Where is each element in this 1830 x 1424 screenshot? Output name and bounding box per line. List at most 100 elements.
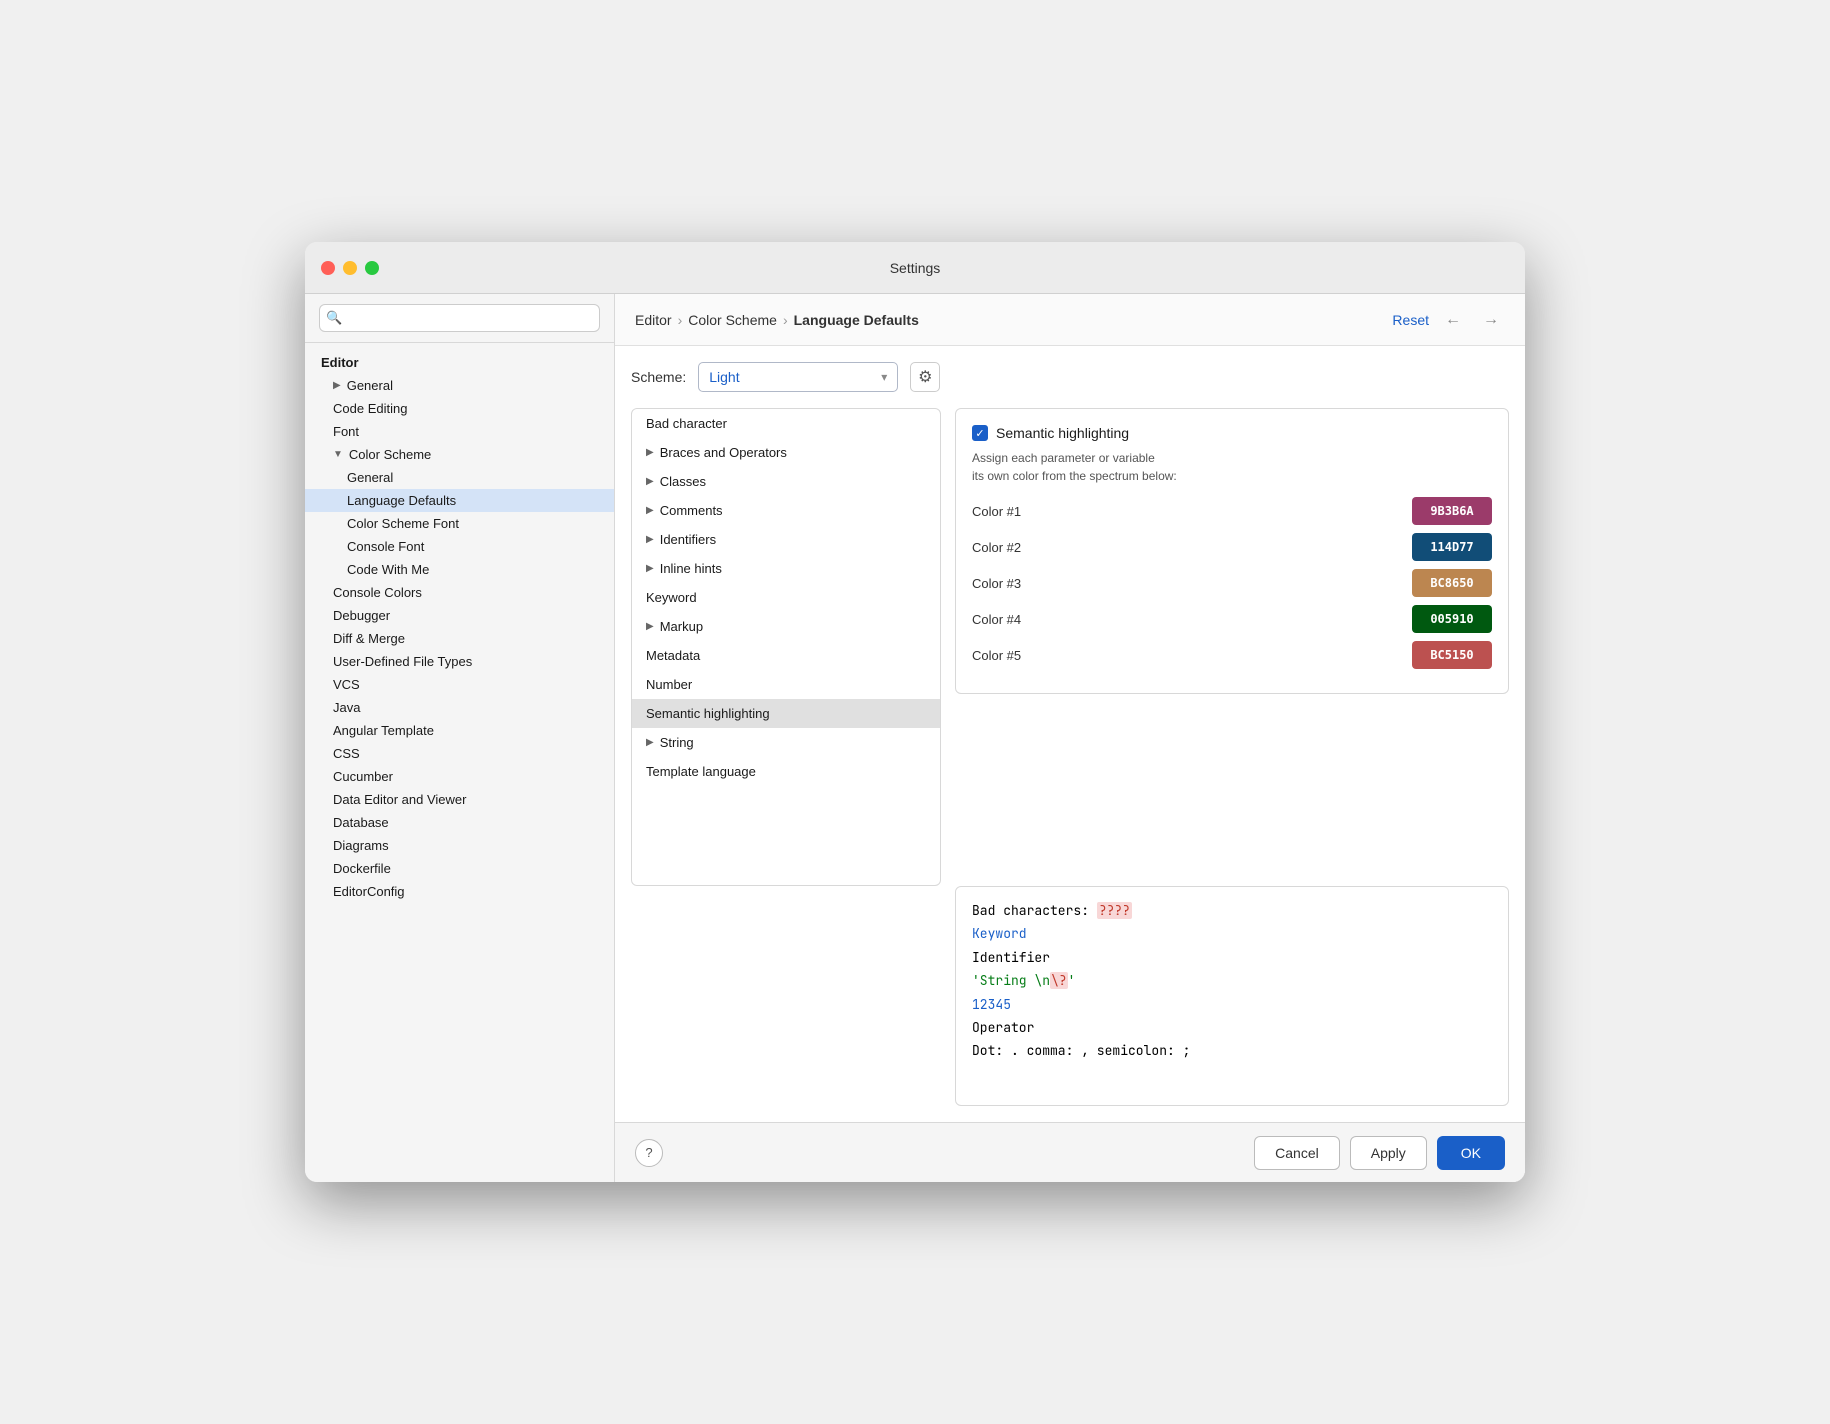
color-label-4: Color #4 (972, 612, 1021, 627)
right-panel: Editor › Color Scheme › Language Default… (615, 294, 1525, 1182)
cat-item-inline-hints[interactable]: ▶ Inline hints (632, 554, 940, 583)
cat-item-keyword[interactable]: Keyword (632, 583, 940, 612)
preview-pane: Bad characters: ???? Keyword Identifier … (955, 886, 1509, 1106)
sidebar-item-cucumber[interactable]: Cucumber (305, 765, 614, 788)
sidebar-section-editor[interactable]: Editor (305, 351, 614, 374)
sidebar-item-diagrams[interactable]: Diagrams (305, 834, 614, 857)
sidebar-item-code-with-me[interactable]: Code With Me (305, 558, 614, 581)
semantic-description: Assign each parameter or variableits own… (972, 449, 1492, 485)
preview-line-bad-char: Bad characters: ???? (972, 899, 1492, 922)
sidebar-item-console-font[interactable]: Console Font (305, 535, 614, 558)
preview-area-wrapper: Bad characters: ???? Keyword Identifier … (631, 886, 1509, 1106)
cancel-button[interactable]: Cancel (1254, 1136, 1340, 1170)
action-buttons: Cancel Apply OK (1254, 1136, 1505, 1170)
sidebar-item-cs-general[interactable]: General (305, 466, 614, 489)
chevron-right-icon: ▶ (646, 737, 654, 748)
maximize-button[interactable] (365, 261, 379, 275)
window-controls (321, 261, 379, 275)
sidebar-item-user-defined[interactable]: User-Defined File Types (305, 650, 614, 673)
help-button[interactable]: ? (635, 1139, 663, 1167)
color-label-1: Color #1 (972, 504, 1021, 519)
chevron-down-icon: ▾ (881, 370, 887, 384)
sidebar-item-color-scheme[interactable]: ▼ Color Scheme (305, 443, 614, 466)
sidebar-item-vcs[interactable]: VCS (305, 673, 614, 696)
cat-item-braces[interactable]: ▶ Braces and Operators (632, 438, 940, 467)
breadcrumb-sep1: › (678, 312, 683, 328)
sidebar-item-java[interactable]: Java (305, 696, 614, 719)
panel-body: Scheme: Light ▾ ⚙ Bad ch (615, 346, 1525, 1122)
nav-back-button[interactable]: ← (1439, 306, 1467, 334)
breadcrumb-bar: Editor › Color Scheme › Language Default… (615, 294, 1525, 346)
bottom-bar: ? Cancel Apply OK (615, 1122, 1525, 1182)
search-wrapper: 🔍 (319, 304, 600, 332)
category-list: Bad character ▶ Braces and Operators ▶ C… (631, 408, 941, 886)
semantic-header: ✓ Semantic highlighting (972, 425, 1492, 441)
cat-item-markup[interactable]: ▶ Markup (632, 612, 940, 641)
reset-button[interactable]: Reset (1392, 312, 1429, 328)
sidebar-item-diff-merge[interactable]: Diff & Merge (305, 627, 614, 650)
chevron-right-icon: ▶ (646, 621, 654, 632)
sidebar-item-debugger[interactable]: Debugger (305, 604, 614, 627)
sidebar-item-angular[interactable]: Angular Template (305, 719, 614, 742)
color-row-3: Color #3 BC8650 (972, 569, 1492, 597)
preview-line-string: 'String \n\?' (972, 969, 1492, 992)
sidebar-item-editorconfig[interactable]: EditorConfig (305, 880, 614, 903)
ok-button[interactable]: OK (1437, 1136, 1505, 1170)
color-label-5: Color #5 (972, 648, 1021, 663)
breadcrumb-part1: Editor (635, 312, 672, 328)
sidebar-item-code-editing[interactable]: Code Editing (305, 397, 614, 420)
search-icon: 🔍 (326, 310, 342, 326)
cat-item-number[interactable]: Number (632, 670, 940, 699)
gear-button[interactable]: ⚙ (910, 362, 940, 392)
apply-button[interactable]: Apply (1350, 1136, 1427, 1170)
color-label-2: Color #2 (972, 540, 1021, 555)
sidebar-item-dockerfile[interactable]: Dockerfile (305, 857, 614, 880)
sidebar-item-console-colors[interactable]: Console Colors (305, 581, 614, 604)
color-swatch-4[interactable]: 005910 (1412, 605, 1492, 633)
cat-item-comments[interactable]: ▶ Comments (632, 496, 940, 525)
semantic-checkbox[interactable]: ✓ (972, 425, 988, 441)
scheme-label: Scheme: (631, 369, 686, 385)
close-button[interactable] (321, 261, 335, 275)
sidebar-item-cs-font[interactable]: Color Scheme Font (305, 512, 614, 535)
cat-item-classes[interactable]: ▶ Classes (632, 467, 940, 496)
preview-line-number: 12345 (972, 993, 1492, 1016)
sidebar-item-language-defaults[interactable]: Language Defaults (305, 489, 614, 512)
cat-item-semantic[interactable]: Semantic highlighting (632, 699, 940, 728)
minimize-button[interactable] (343, 261, 357, 275)
color-swatch-2[interactable]: 114D77 (1412, 533, 1492, 561)
titlebar: Settings (305, 242, 1525, 294)
cat-item-identifiers[interactable]: ▶ Identifiers (632, 525, 940, 554)
preview-line-operator: Operator (972, 1016, 1492, 1039)
search-bar: 🔍 (305, 294, 614, 343)
chevron-right-icon: ▶ (646, 476, 654, 487)
cat-item-string[interactable]: ▶ String (632, 728, 940, 757)
cat-item-bad-character[interactable]: Bad character (632, 409, 940, 438)
sidebar-item-font[interactable]: Font (305, 420, 614, 443)
nav-forward-button[interactable]: → (1477, 306, 1505, 334)
preview-line-identifier: Identifier (972, 946, 1492, 969)
chevron-right-icon: ▶ (646, 563, 654, 574)
preview-line-dot: Dot: . comma: , semicolon: ; (972, 1039, 1492, 1062)
sidebar-item-database[interactable]: Database (305, 811, 614, 834)
sidebar-item-data-editor[interactable]: Data Editor and Viewer (305, 788, 614, 811)
sidebar-item-general[interactable]: ▶ General (305, 374, 614, 397)
semantic-title: Semantic highlighting (996, 425, 1129, 441)
color-swatch-5[interactable]: BC5150 (1412, 641, 1492, 669)
color-row-4: Color #4 005910 (972, 605, 1492, 633)
breadcrumb-part3: Language Defaults (794, 312, 919, 328)
cat-item-template[interactable]: Template language (632, 757, 940, 786)
scheme-select-wrapper: Light ▾ (698, 362, 898, 392)
scheme-value: Light (709, 369, 739, 385)
cat-item-metadata[interactable]: Metadata (632, 641, 940, 670)
color-swatch-3[interactable]: BC8650 (1412, 569, 1492, 597)
settings-window: Settings 🔍 Editor ▶ General Code Editi (305, 242, 1525, 1182)
breadcrumb: Editor › Color Scheme › Language Default… (635, 312, 1392, 328)
search-input[interactable] (319, 304, 600, 332)
color-row-2: Color #2 114D77 (972, 533, 1492, 561)
chevron-right-icon: ▶ (646, 447, 654, 458)
window-title: Settings (890, 260, 941, 276)
sidebar-item-css[interactable]: CSS (305, 742, 614, 765)
scheme-select[interactable]: Light ▾ (698, 362, 898, 392)
color-swatch-1[interactable]: 9B3B6A (1412, 497, 1492, 525)
